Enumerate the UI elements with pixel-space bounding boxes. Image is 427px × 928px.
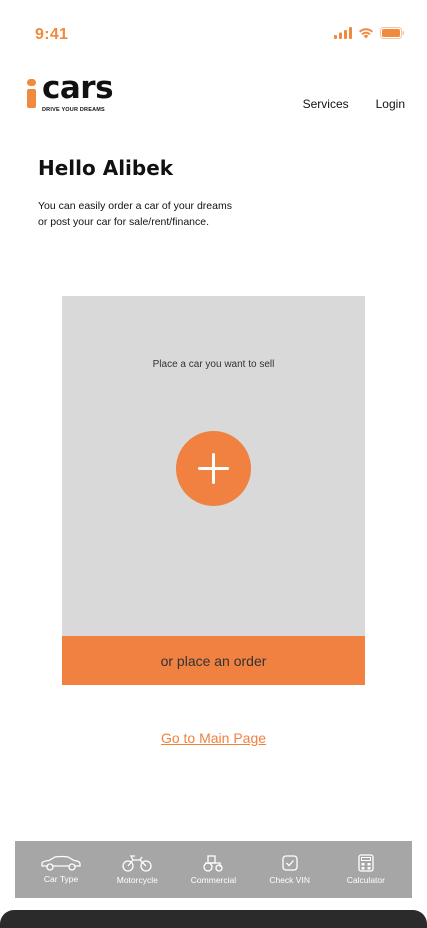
header: cars DRIVE YOUR DREAMS Services Login: [0, 70, 427, 120]
checkbox-icon: [282, 855, 298, 871]
plus-icon: [198, 453, 229, 484]
home-indicator-bar: [0, 910, 427, 928]
tab-motorcycle[interactable]: Motorcycle: [100, 841, 174, 898]
tab-commercial[interactable]: Commercial: [176, 841, 250, 898]
sell-card: Place a car you want to sell or place an…: [62, 296, 365, 685]
logo[interactable]: cars DRIVE YOUR DREAMS: [26, 70, 136, 120]
intro-line-1: You can easily order a car of your dream…: [38, 200, 232, 212]
status-icons: [334, 27, 405, 39]
add-car-button[interactable]: [176, 431, 251, 506]
logo-wordmark: cars: [42, 70, 114, 106]
main-link-wrap: Go to Main Page: [0, 730, 427, 748]
top-nav: Services Login: [303, 97, 405, 111]
tab-check-vin[interactable]: Check VIN: [253, 841, 327, 898]
logo-mark-icon: [27, 79, 36, 108]
tab-car-type[interactable]: Car Type: [24, 841, 98, 898]
wifi-icon: [359, 28, 373, 39]
page-title: Hello Alibek: [38, 156, 174, 180]
logo-tagline: DRIVE YOUR DREAMS: [42, 107, 105, 113]
sell-card-label: Place a car you want to sell: [152, 359, 275, 370]
tab-commercial-label: Commercial: [190, 875, 237, 885]
go-to-main-page-link[interactable]: Go to Main Page: [161, 730, 266, 746]
tab-check-vin-label: Check VIN: [269, 875, 310, 885]
car-icon: [41, 855, 81, 871]
tab-calculator[interactable]: Calculator: [329, 841, 403, 898]
status-bar: 9:41: [0, 0, 427, 70]
motorcycle-icon: [122, 855, 152, 872]
calculator-icon: [358, 854, 374, 872]
tractor-icon: [203, 855, 224, 872]
battery-icon: [380, 27, 405, 39]
intro-text: You can easily order a car of your dream…: [38, 198, 298, 230]
tab-motorcycle-label: Motorcycle: [116, 875, 158, 885]
intro-line-2: or post your car for sale/rent/finance.: [38, 216, 209, 228]
status-time: 9:41: [35, 26, 69, 43]
tab-car-type-label: Car Type: [43, 874, 79, 884]
nav-services-link[interactable]: Services: [303, 97, 349, 111]
tab-calculator-label: Calculator: [346, 875, 385, 885]
nav-login-link[interactable]: Login: [376, 97, 405, 111]
bottom-tabbar: Car Type Motorcycle Commercial Check VIN: [15, 841, 412, 898]
place-order-button[interactable]: or place an order: [62, 636, 365, 685]
signal-icon: [334, 27, 352, 39]
